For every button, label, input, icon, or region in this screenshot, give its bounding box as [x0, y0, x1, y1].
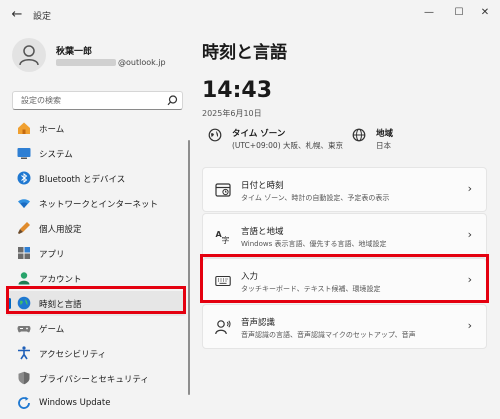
- card-subtitle: タイム ゾーン、時計の自動設定、予定表の表示: [241, 194, 390, 202]
- system-icon: [17, 148, 31, 159]
- user-name: 秋葉一郎: [56, 47, 93, 57]
- timezone-icon: [208, 128, 222, 142]
- svg-text:字: 字: [222, 235, 230, 244]
- sidebar-item-privacy[interactable]: プライバシーとセキュリティ: [6, 366, 186, 391]
- sidebar-item-label: ネットワークとインターネット: [39, 200, 159, 210]
- region-globe-icon: [352, 128, 366, 142]
- chevron-right-icon: ›: [467, 319, 472, 332]
- sidebar-item-label: Bluetooth とデバイス: [39, 175, 126, 185]
- sidebar-item-label: ゲーム: [39, 325, 65, 335]
- sidebar-item-label: システム: [39, 150, 73, 160]
- app-title: 設定: [33, 12, 52, 22]
- microphone-icon: [215, 320, 231, 335]
- card-title: 日付と時刻: [241, 181, 284, 191]
- card-title: 音声認識: [241, 318, 276, 328]
- sidebar-item-home[interactable]: ホーム: [6, 116, 186, 141]
- gaming-icon: [17, 326, 31, 333]
- minimize-button[interactable]: —: [418, 4, 440, 22]
- user-email: @outlook.jp: [56, 58, 166, 67]
- sidebar-item-network[interactable]: ネットワークとインターネット: [6, 191, 186, 216]
- user-icon: [19, 45, 39, 66]
- language-icon: A 字: [216, 230, 230, 244]
- bluetooth-icon: [17, 171, 31, 185]
- network-icon: [18, 199, 30, 208]
- current-time: 14:43: [202, 78, 273, 103]
- sidebar-item-accessibility[interactable]: アクセシビリティ: [6, 341, 186, 366]
- sidebar-item-label: アプリ: [39, 250, 65, 260]
- personalization-icon: [18, 222, 30, 234]
- sidebar-item-label: Windows Update: [39, 398, 111, 408]
- accessibility-icon: [18, 346, 30, 360]
- region-title: 地域: [376, 129, 394, 139]
- sidebar-scrollbar[interactable]: [188, 140, 190, 395]
- sidebar-item-label: ホーム: [39, 125, 65, 135]
- title-bar: ← 設定 — ☐ ✕: [0, 0, 500, 30]
- timezone-value: (UTC+09:00) 大阪、札幌、東京: [232, 141, 344, 150]
- email-suffix: @outlook.jp: [118, 58, 166, 67]
- region-value: 日本: [376, 141, 391, 150]
- sidebar-nav: ホーム システム Bluetooth とデバイス ネットワークとインターネット …: [6, 116, 186, 416]
- sidebar-item-label: アクセシビリティ: [39, 350, 107, 360]
- privacy-icon: [18, 371, 30, 385]
- current-date: 2025年6月10日: [202, 109, 262, 118]
- close-button[interactable]: ✕: [474, 4, 496, 22]
- sidebar-item-gaming[interactable]: ゲーム: [6, 316, 186, 341]
- card-language-region[interactable]: A 字 言語と地域 Windows 表示言語、優先する言語、地域設定 ›: [202, 213, 487, 258]
- avatar: [12, 38, 46, 72]
- windows-update-icon: [18, 396, 30, 409]
- clock-icon: [215, 183, 231, 197]
- card-date-time[interactable]: 日付と時刻 タイム ゾーン、時計の自動設定、予定表の表示 ›: [202, 167, 487, 212]
- sidebar-item-system[interactable]: システム: [6, 141, 186, 166]
- sidebar-item-label: プライバシーとセキュリティ: [39, 375, 149, 385]
- search-input[interactable]: [19, 95, 163, 106]
- card-subtitle: Windows 表示言語、優先する言語、地域設定: [241, 240, 387, 248]
- chevron-right-icon: ›: [467, 228, 472, 241]
- chevron-right-icon: ›: [467, 182, 472, 195]
- email-redacted: [56, 59, 116, 66]
- sidebar-item-label: アカウント: [39, 275, 82, 285]
- home-icon: [18, 122, 30, 134]
- search-icon[interactable]: [167, 95, 178, 106]
- sidebar-item-personalization[interactable]: 個人用設定: [6, 216, 186, 241]
- red-highlight-box-nav: [6, 286, 186, 314]
- sidebar-item-apps[interactable]: アプリ: [6, 241, 186, 266]
- back-arrow-icon[interactable]: ←: [8, 6, 26, 24]
- maximize-button[interactable]: ☐: [448, 4, 470, 22]
- page-title: 時刻と言語: [202, 43, 287, 63]
- card-subtitle: 音声認識の言語、音声認識マイクのセットアップ、音声: [241, 331, 416, 339]
- account-icon: [18, 272, 30, 285]
- sidebar-item-windows-update[interactable]: Windows Update: [6, 391, 186, 416]
- card-title: 言語と地域: [241, 227, 284, 237]
- red-highlight-box-card: [200, 254, 489, 303]
- sidebar-item-label: 個人用設定: [39, 225, 82, 235]
- timezone-title: タイム ゾーン: [232, 129, 286, 139]
- settings-search[interactable]: [12, 91, 183, 110]
- card-speech[interactable]: 音声認識 音声認識の言語、音声認識マイクのセットアップ、音声 ›: [202, 304, 487, 349]
- sidebar-item-bluetooth[interactable]: Bluetooth とデバイス: [6, 166, 186, 191]
- apps-icon: [18, 247, 30, 259]
